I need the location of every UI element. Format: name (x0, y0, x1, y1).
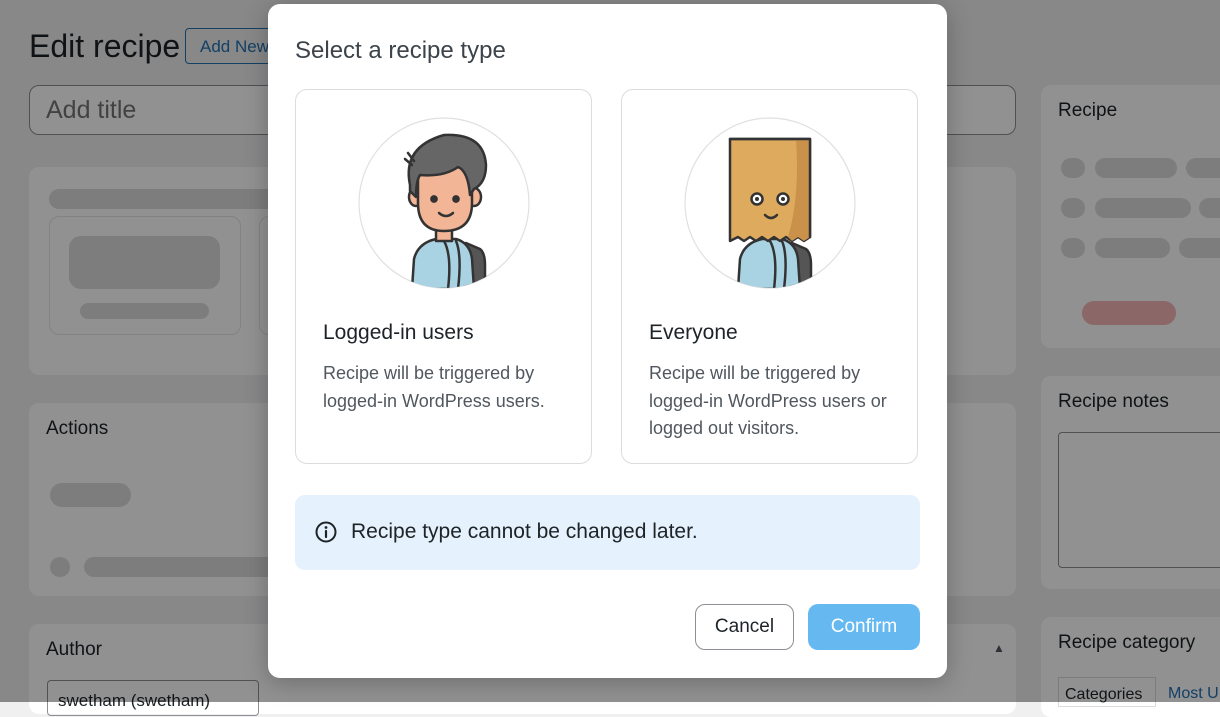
option-description: Recipe will be triggered by logged-in Wo… (323, 363, 545, 411)
recipe-type-dialog: Select a recipe type Logged-in users Rec… (268, 4, 947, 678)
notice-text: Recipe type cannot be changed later. (351, 520, 698, 543)
option-title: Logged-in users (323, 321, 474, 344)
logged-in-user-avatar-icon (358, 117, 530, 289)
option-title: Everyone (649, 321, 738, 344)
confirm-button[interactable]: Confirm (808, 604, 920, 650)
notice-banner: Recipe type cannot be changed later. (295, 495, 920, 570)
paper-bag-avatar-icon (684, 117, 856, 289)
option-everyone[interactable]: Everyone Recipe will be triggered by log… (621, 89, 918, 464)
dialog-title: Select a recipe type (295, 37, 506, 64)
option-logged-in-users[interactable]: Logged-in users Recipe will be triggered… (295, 89, 592, 464)
info-icon (315, 521, 337, 543)
cancel-button[interactable]: Cancel (695, 604, 794, 650)
option-description: Recipe will be triggered by logged-in Wo… (649, 363, 887, 438)
